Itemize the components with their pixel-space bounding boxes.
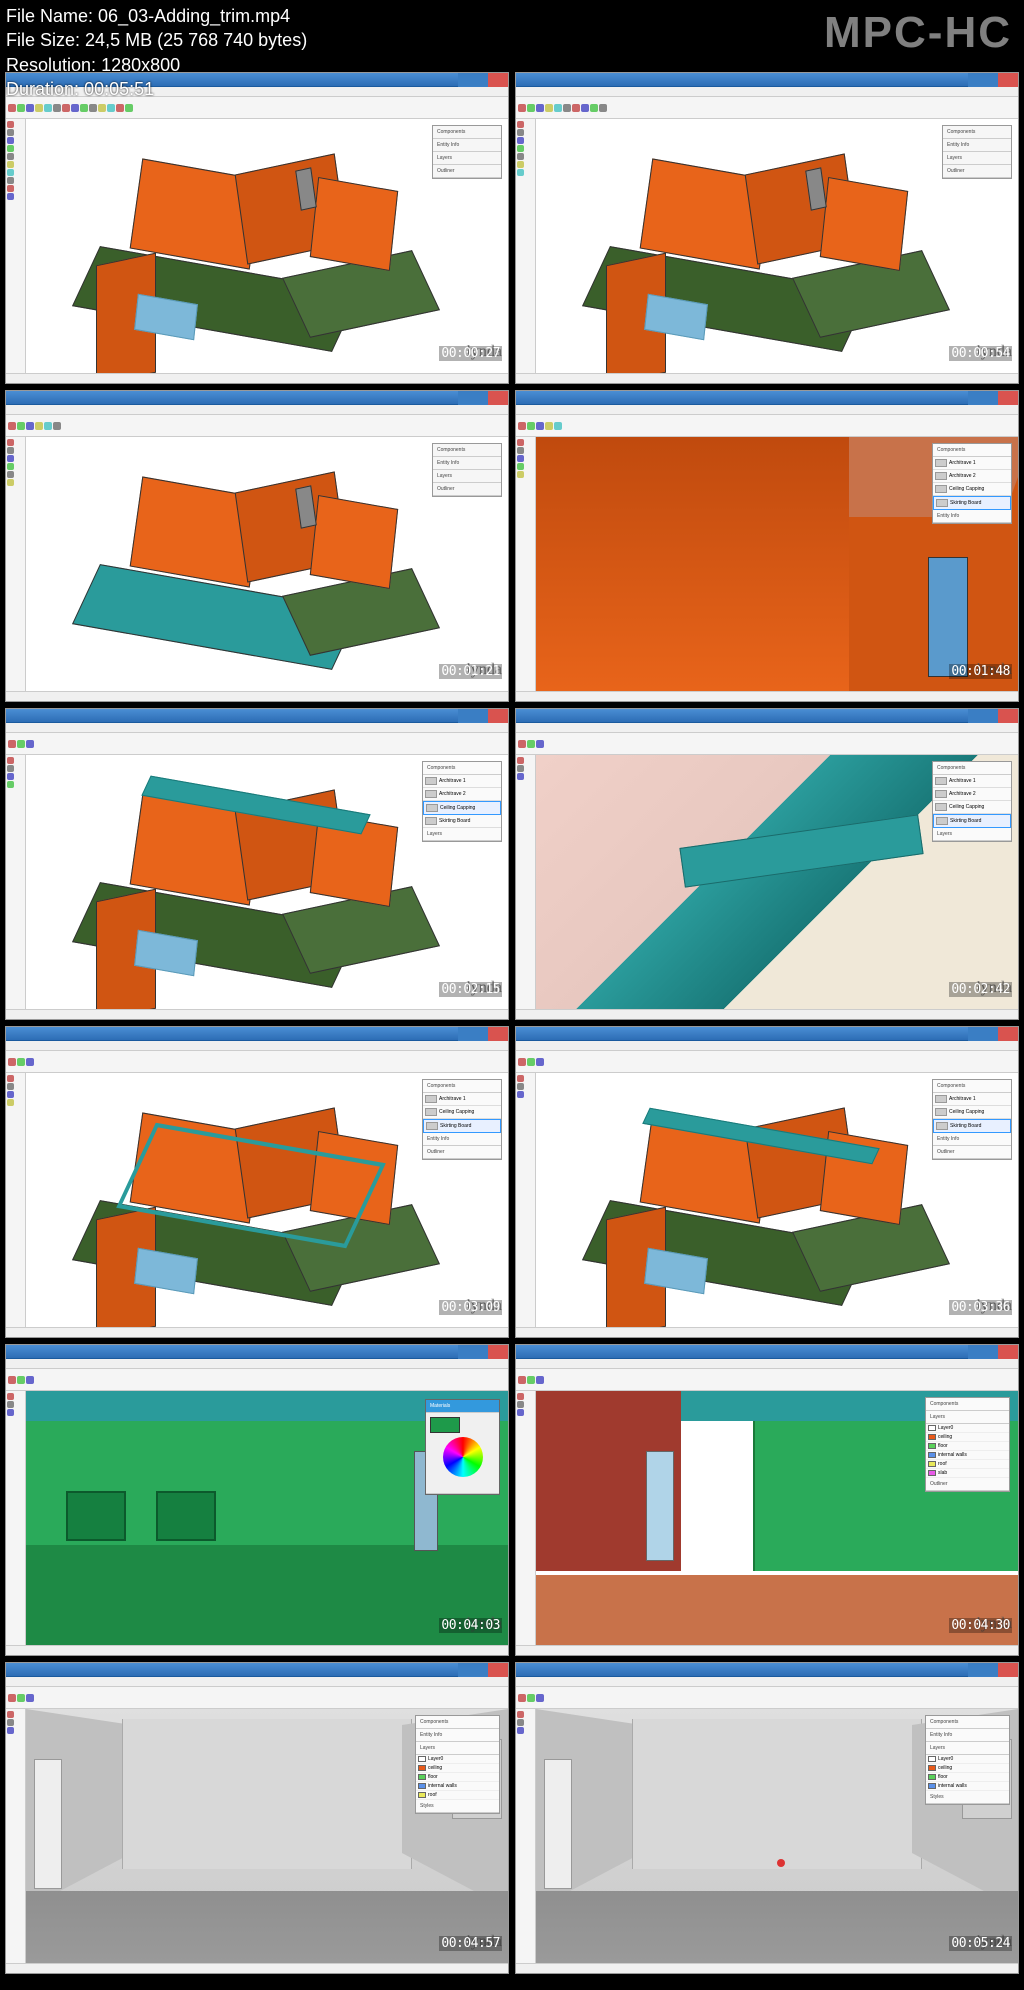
thumbnail-5[interactable]: Components Architrave 1 Architrave 2 Cei… [5, 708, 509, 1020]
thumbnail-12[interactable]: Components Entity Info Layers Layer0 cei… [515, 1662, 1019, 1974]
timestamp: 00:00:27 [439, 346, 502, 361]
thumbnail-7[interactable]: Components Architrave 1 Ceiling Capping … [5, 1026, 509, 1338]
thumbnail-2[interactable]: ComponentsEntity InfoLayersOutliner lynd… [515, 72, 1019, 384]
cursor-marker [777, 1859, 785, 1867]
thumbnail-10[interactable]: Components Layers Layer0 ceiling floor i… [515, 1344, 1019, 1656]
file-info-overlay: File Name: 06_03-Adding_trim.mp4 File Si… [6, 4, 307, 101]
thumbnail-11[interactable]: Components Entity Info Layers Layer0 cei… [5, 1662, 509, 1974]
layers-panel[interactable]: Components Layers Layer0 ceiling floor i… [925, 1397, 1010, 1492]
materials-panel[interactable]: Materials [425, 1399, 500, 1495]
file-duration: 00:05:51 [84, 79, 154, 99]
thumbnail-1[interactable]: Components Entity Info Layers Outliner l… [5, 72, 509, 384]
thumbnail-3[interactable]: ComponentsEntity InfoLayersOutliner lynd… [5, 390, 509, 702]
side-toolbar [6, 119, 26, 373]
player-brand-watermark: MPC-HC [824, 8, 1012, 58]
file-name: 06_03-Adding_trim.mp4 [98, 6, 290, 26]
file-size: 24,5 MB (25 768 740 bytes) [85, 30, 307, 50]
thumbnail-6[interactable]: Components Architrave 1 Architrave 2 Cei… [515, 708, 1019, 1020]
thumbnail-9[interactable]: Materials lynda 00:04:03 [5, 1344, 509, 1656]
file-resolution: 1280x800 [101, 55, 180, 75]
thumbnail-4[interactable]: Components Architrave 1 Architrave 2 Cei… [515, 390, 1019, 702]
color-wheel[interactable] [443, 1437, 483, 1477]
thumbnail-grid: Components Entity Info Layers Outliner l… [5, 72, 1019, 1974]
viewport[interactable]: Components Entity Info Layers Outliner l… [26, 119, 508, 373]
tray-panel[interactable]: Components Entity Info Layers Outliner [432, 125, 502, 179]
status-bar [6, 373, 508, 383]
thumbnail-8[interactable]: Components Architrave 1 Ceiling Capping … [515, 1026, 1019, 1338]
components-panel[interactable]: Components Architrave 1 Architrave 2 Cei… [932, 443, 1012, 524]
